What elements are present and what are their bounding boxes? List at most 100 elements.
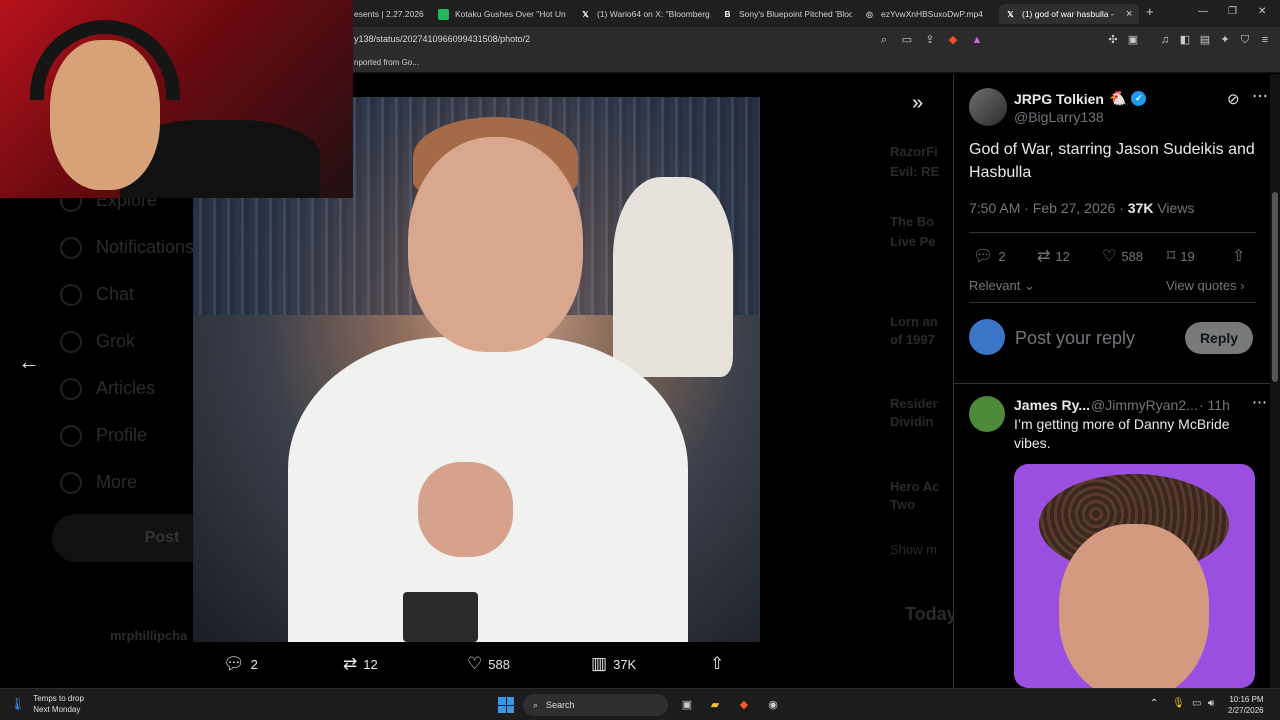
reply-action[interactable]: 💬︎ 2 (973, 246, 1006, 266)
microphone-icon[interactable]: 🎙︎ (1172, 698, 1185, 709)
x-favicon-icon: 𝕏 (582, 9, 589, 19)
name-emoji: 🐔 (1108, 90, 1127, 106)
share-action[interactable]: ⇧ (710, 654, 724, 674)
brave-shields-icon[interactable]: ◆ (946, 33, 960, 47)
kotaku-favicon-icon (438, 8, 449, 20)
author-handle[interactable]: @BigLarry138 (1014, 109, 1104, 125)
reply-action[interactable]: 💬︎ 2 (223, 654, 258, 674)
trend-item: The Bo (890, 214, 935, 229)
music-icon[interactable]: ♫ (1158, 33, 1172, 47)
restore-button[interactable]: ❐ (1228, 6, 1237, 17)
extensions-icon[interactable]: ✣ (1106, 33, 1120, 47)
bookmark-imported[interactable]: nported from Go... (354, 58, 419, 67)
divider (969, 232, 1256, 233)
sort-replies-dropdown[interactable]: Relevant ⌄ (969, 278, 1035, 294)
author-avatar[interactable] (969, 88, 1007, 126)
search-icon: ⌕ (533, 699, 539, 710)
view-quotes-link[interactable]: View quotes › (1166, 278, 1245, 293)
zoom-icon[interactable]: ⌕ (877, 33, 891, 47)
brave-browser-icon[interactable]: ◆ (735, 696, 753, 714)
replier-avatar[interactable] (969, 396, 1005, 432)
nav-articles[interactable]: Articles (60, 378, 155, 401)
reply-image[interactable] (1014, 464, 1255, 688)
my-avatar (969, 319, 1005, 355)
tab-3[interactable]: 𝕏 (1) Wario64 on X: "Bloomberg: (580, 4, 710, 24)
views-action[interactable]: ▥ 37K (591, 654, 636, 674)
share-icon: ⇧ (1232, 248, 1246, 265)
more-circle-icon (60, 472, 82, 495)
cast-icon[interactable]: ▭ (900, 33, 914, 47)
weather-widget[interactable]: 🌡︎ Temps to drop Next Monday (10, 693, 84, 715)
nav-label: Profile (96, 425, 148, 445)
share-action[interactable]: ⇧ (1232, 246, 1245, 266)
windows-start-icon[interactable] (498, 697, 514, 713)
trend-item: Evil: RE (890, 164, 940, 179)
expand-panel-icon[interactable]: » (912, 92, 923, 115)
tweet-text: God of War, starring Jason Sudeikis and … (969, 141, 1255, 181)
wallet-icon[interactable]: ▣ (1126, 33, 1140, 47)
more-options-icon[interactable]: ⋯ (1252, 86, 1269, 106)
tab-2[interactable]: Kotaku Gushes Over "Hot Unck (438, 4, 566, 24)
replier-handle[interactable]: @JimmyRyan2... (1091, 397, 1198, 413)
strap (403, 592, 478, 642)
tab-5[interactable]: ◎ ezYvwXnHBSuxoDwP.mp4 (864, 4, 989, 24)
nav-notifications[interactable]: Notifications (60, 237, 194, 260)
clock-date: 2/27/2026 (1228, 706, 1264, 715)
tray-chevron-icon[interactable]: ⌃ (1150, 698, 1158, 709)
sort-label: Relevant (969, 278, 1021, 293)
repost-count: 12 (363, 656, 378, 672)
repost-action[interactable]: ⇄ 12 (1037, 246, 1070, 266)
x-favicon-icon: 𝕏 (1007, 9, 1014, 19)
nav-profile[interactable]: Profile (60, 425, 148, 448)
replier-display-name[interactable]: James Ry... (1014, 397, 1090, 413)
reply-composer: Post your reply Reply (969, 319, 1259, 359)
reply-button[interactable]: Reply (1185, 322, 1253, 354)
file-explorer-icon[interactable]: ▰ (706, 696, 724, 714)
tab-4[interactable]: B Sony's Bluepoint Pitched 'Bloo (722, 4, 852, 24)
account-name[interactable]: mrphillipcha (110, 628, 187, 643)
close-window-button[interactable]: ✕ (1258, 6, 1266, 17)
monitor-icon[interactable]: ▭ (1192, 698, 1201, 709)
tab-6-active[interactable]: 𝕏 (1) god of war hasbulla - S × (999, 4, 1139, 24)
grok-explain-icon[interactable]: ⊘ (1227, 90, 1240, 108)
share-icon[interactable]: ⇪ (923, 33, 937, 47)
reply-time[interactable]: · 11h (1199, 397, 1230, 413)
tab-1[interactable]: esents | 2.27.2026 (354, 4, 424, 24)
reply-input[interactable]: Post your reply (1015, 328, 1135, 349)
like-action[interactable]: ♡ 588 (467, 654, 510, 674)
scrollbar-thumb[interactable] (1272, 192, 1278, 382)
thermometer-icon: 🌡︎ (10, 697, 26, 711)
tab-label: (1) god of war hasbulla - S (1022, 9, 1114, 19)
repost-action[interactable]: ⇄ 12 (343, 654, 378, 674)
author-name-row[interactable]: JRPG Tolkien 🐔 ✓ (1014, 90, 1147, 107)
close-tab-icon[interactable]: × (1126, 8, 1132, 20)
more-options-icon[interactable]: ⋯ (1252, 393, 1267, 411)
tweet-timestamp[interactable]: 7:50 AM · Feb 27, 2026 · (969, 200, 1124, 216)
sidebar-icon[interactable]: ◧ (1178, 33, 1192, 47)
tab-label: esents | 2.27.2026 (354, 9, 424, 19)
minimize-button[interactable]: — (1198, 6, 1208, 17)
task-view-icon[interactable]: ▣ (678, 696, 696, 714)
nav-chat[interactable]: Chat (60, 284, 135, 307)
obs-icon[interactable]: ◉ (764, 696, 782, 714)
volume-icon[interactable]: 🔊︎ (1208, 698, 1214, 709)
page-scrollbar[interactable] (1270, 74, 1280, 688)
nav-label: Chat (96, 284, 135, 304)
taskbar-search[interactable]: ⌕ Search (523, 694, 668, 716)
new-tab-button[interactable]: + (1146, 4, 1154, 19)
repost-icon: ⇄ (343, 654, 358, 673)
bookmark-action[interactable]: ⌑ 19 (1167, 246, 1195, 266)
views-count: 37K (613, 656, 637, 672)
nav-grok[interactable]: Grok (60, 331, 136, 354)
wallet-card-icon[interactable]: ▤ (1198, 33, 1212, 47)
like-action[interactable]: ♡ 588 (1102, 246, 1143, 266)
back-arrow-icon[interactable]: ← (18, 349, 40, 375)
leo-ai-icon[interactable]: ✦ (1218, 33, 1232, 47)
vpn-icon[interactable]: ⛉ (1238, 33, 1252, 47)
brave-rewards-icon[interactable]: ▲ (970, 33, 984, 47)
nav-more[interactable]: More (60, 472, 137, 495)
url-text[interactable]: y138/status/2027410966099431508/photo/2 (354, 34, 530, 44)
nav-label: Grok (96, 331, 136, 351)
menu-icon[interactable]: ≡ (1258, 33, 1272, 47)
system-clock[interactable]: 10:16 PM 2/27/2026 (1228, 694, 1264, 716)
